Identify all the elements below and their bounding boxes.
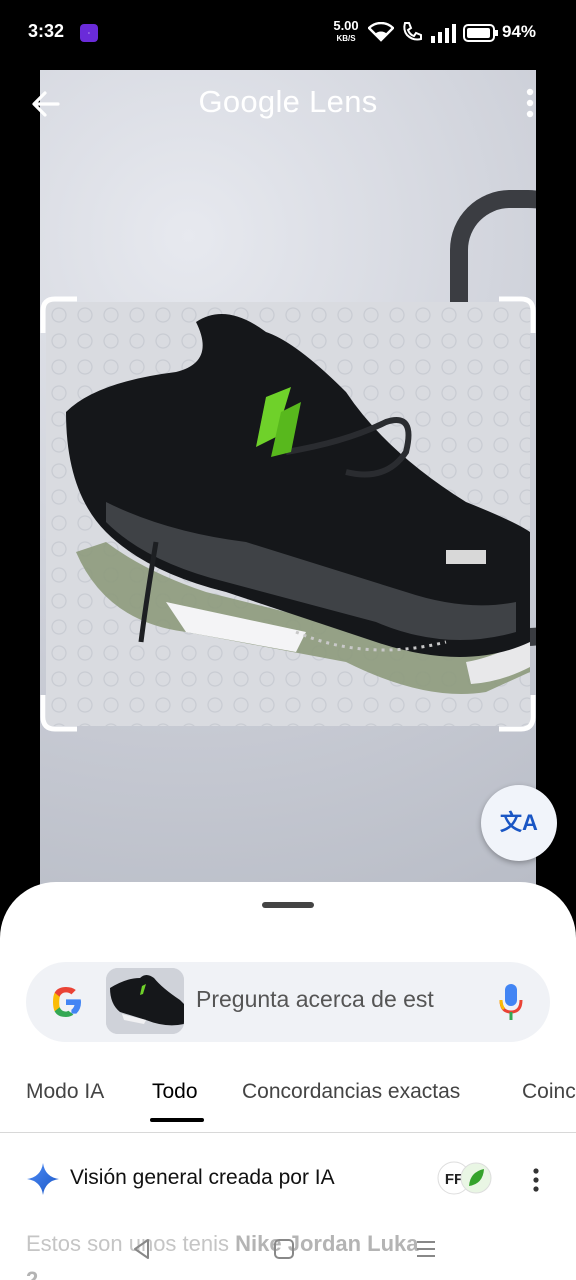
call-icon	[403, 22, 422, 41]
tab-modo-ia[interactable]: Modo IA	[26, 1080, 104, 1104]
app-title: Google Lens	[198, 84, 378, 119]
search-bar[interactable]: Pregunta acerca de est	[26, 962, 550, 1042]
nav-menu-icon[interactable]	[414, 1237, 438, 1261]
crop-corner-top-left[interactable]	[40, 296, 80, 336]
app-notification-icon: •	[80, 24, 98, 42]
status-bar: 3:32 • 5.00 KB/S 94%	[0, 0, 576, 66]
network-speed: 5.00 KB/S	[330, 18, 362, 44]
network-speed-unit: KB/S	[336, 34, 356, 43]
battery-percentage: 94%	[502, 22, 537, 41]
sparkle-icon	[27, 1163, 59, 1195]
system-nav-bar	[0, 1227, 576, 1267]
sheet-drag-handle[interactable]	[262, 902, 314, 908]
nav-back-icon[interactable]	[130, 1237, 154, 1261]
mic-icon[interactable]	[498, 982, 524, 1022]
network-speed-value: 5.00	[333, 18, 359, 33]
ai-overview-more-icon[interactable]	[526, 1166, 546, 1194]
signal-icon	[431, 24, 456, 43]
google-g-icon	[53, 987, 81, 1017]
query-image-thumbnail[interactable]	[106, 968, 184, 1034]
tab-coincidencias[interactable]: Coinc	[522, 1080, 576, 1104]
battery-icon	[463, 24, 498, 42]
status-time: 3:32	[28, 21, 65, 41]
nav-home-icon[interactable]	[272, 1237, 296, 1261]
translate-icon: 文A	[500, 810, 538, 835]
crop-corner-bottom-left[interactable]	[40, 692, 80, 732]
ai-text-line2: 2	[26, 1267, 39, 1280]
result-tabs: Modo IA Todo Concordancias exactas Coinc	[0, 1072, 576, 1133]
more-vert-icon[interactable]	[518, 86, 542, 120]
ai-overview-header: Visión general creada por IA FF	[0, 1152, 576, 1204]
results-sheet[interactable]: Pregunta acerca de est Modo IA Todo Conc…	[0, 882, 576, 1280]
ai-overview-title: Visión general creada por IA	[70, 1166, 335, 1189]
source-favicons[interactable]: FF	[436, 1160, 496, 1196]
selected-region[interactable]	[46, 302, 530, 726]
active-tab-indicator	[150, 1118, 204, 1122]
wifi-icon	[368, 22, 394, 42]
crop-corner-bottom-right[interactable]	[496, 692, 536, 732]
tab-todo[interactable]: Todo	[152, 1080, 198, 1104]
shoe-image	[66, 314, 530, 694]
translate-button[interactable]: 文A	[481, 785, 557, 861]
search-input[interactable]: Pregunta acerca de est	[196, 986, 486, 1013]
svg-text:FF: FF	[445, 1171, 463, 1188]
lens-header: Google Lens	[0, 72, 576, 136]
photo-viewer[interactable]	[40, 70, 536, 900]
crop-corner-top-right[interactable]	[496, 296, 536, 336]
tab-concordancias-exactas[interactable]: Concordancias exactas	[242, 1080, 460, 1104]
